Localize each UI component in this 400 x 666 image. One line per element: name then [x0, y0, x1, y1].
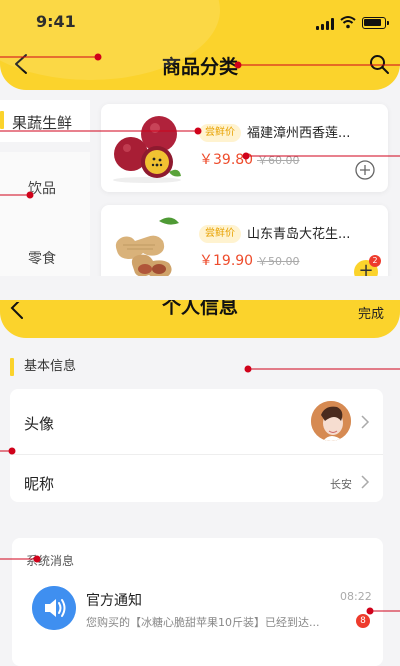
category-label: 饮品 — [28, 181, 56, 197]
message-preview: 您购买的【冰糖心脆甜苹果10斤装】已经到达... — [86, 616, 320, 629]
discount-tag: 尝鲜价 — [199, 225, 241, 243]
category-item-drinks[interactable]: 饮品 — [0, 142, 90, 198]
passion-fruit-image — [113, 116, 181, 183]
avatar[interactable] — [311, 401, 351, 441]
message-screen: 系统消息 官方通知 08:22 您购买的【冰糖心脆甜苹果10斤装】已经到达...… — [0, 520, 400, 666]
category-item-fresh[interactable]: 果蔬生鲜 — [0, 100, 90, 142]
message-title: 官方通知 — [86, 593, 142, 609]
search-icon[interactable] — [368, 53, 390, 75]
discount-tag: 尝鲜价 — [199, 124, 241, 142]
chevron-right-icon — [361, 475, 370, 489]
status-time: 9:41 — [36, 12, 76, 31]
category-label: 零食 — [28, 251, 56, 267]
page-title: 商品分类 — [161, 56, 238, 78]
message-card: 系统消息 官方通知 08:22 您购买的【冰糖心脆甜苹果10斤装】已经到达...… — [12, 538, 383, 666]
done-button[interactable]: 完成 — [358, 303, 384, 322]
message-item[interactable]: 官方通知 08:22 您购买的【冰糖心脆甜苹果10斤装】已经到达... 8 — [12, 572, 383, 652]
cart-count-badge: 2 — [369, 255, 381, 267]
original-price: ￥60.00 — [257, 154, 300, 167]
section-title: 基本信息 — [10, 357, 76, 377]
wifi-icon — [340, 16, 356, 29]
battery-icon — [362, 17, 389, 29]
category-header: 9:41 商品分类 — [0, 0, 400, 90]
speaker-icon — [32, 586, 76, 630]
product-price: ￥19.90 — [199, 253, 254, 269]
original-price: ￥50.00 — [257, 255, 300, 268]
row-label: 头像 — [24, 415, 55, 433]
unread-badge: 8 — [356, 614, 370, 628]
basic-info-card: 头像 昵称 长安 — [10, 389, 383, 502]
product-card[interactable]: 尝鲜价 山东青岛大花生... ￥19.90 ￥50.00 + 2 — [101, 205, 388, 276]
product-card[interactable]: 尝鲜价 福建漳州西香莲... ￥39.80 ￥60.00 — [101, 104, 388, 192]
category-label: 果蔬生鲜 — [12, 114, 73, 132]
avatar-row[interactable]: 头像 — [10, 389, 383, 455]
peanut-image — [115, 217, 179, 276]
page-title: 个人信息 — [161, 300, 238, 318]
product-price: ￥39.80 — [199, 152, 254, 168]
category-sidebar: 果蔬生鲜 饮品 零食 — [0, 100, 90, 276]
category-item-snacks[interactable]: 零食 — [0, 198, 90, 267]
nickname-value: 长安 — [330, 478, 352, 491]
signal-icon — [316, 18, 336, 30]
message-heading: 系统消息 — [26, 554, 75, 568]
row-label: 昵称 — [24, 475, 55, 493]
status-bar: 9:41 — [0, 8, 400, 36]
nickname-row[interactable]: 昵称 长安 — [10, 455, 383, 502]
add-to-cart-icon[interactable] — [355, 160, 375, 180]
message-time: 08:22 — [340, 590, 372, 603]
chevron-right-icon — [361, 415, 370, 429]
product-name: 福建漳州西香莲... — [247, 126, 351, 141]
category-screen: 9:41 商品分类 果蔬生鲜 饮品 零食 尝鲜价 福建漳州西香莲... ￥39.… — [0, 0, 400, 276]
profile-screen: 个人信息 完成 基本信息 头像 昵称 长安 — [0, 300, 400, 502]
product-name: 山东青岛大花生... — [247, 227, 351, 242]
